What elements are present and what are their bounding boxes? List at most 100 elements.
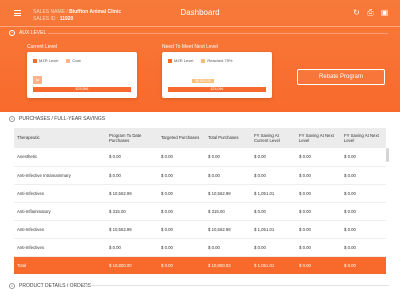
legend-reached: Reached 75% bbox=[201, 58, 232, 63]
cell-total: $ 0.00 bbox=[205, 166, 251, 185]
next-level-legend: MZR Level Reached 75% bbox=[168, 58, 232, 63]
cell-fy-current: $ 0.00 bbox=[251, 238, 296, 257]
cell-fy-next-2: $ 0.00 bbox=[341, 202, 386, 221]
current-level-legend: MZR Level Cost bbox=[33, 58, 81, 63]
cell-ptd: $ 0.00 bbox=[106, 148, 158, 167]
cell-targeted: $ 0.00 bbox=[158, 184, 205, 203]
legend-mzr: MZR Level bbox=[33, 58, 58, 63]
cell-fy-next-2: $ 0.00 bbox=[341, 220, 386, 239]
cell-fy-next: $ 0.00 bbox=[296, 148, 341, 167]
cell-therapeutic: Anti-Infective Intramammary bbox=[14, 166, 106, 185]
cell-ptd: $ 0.00 bbox=[106, 166, 158, 185]
table-row[interactable]: Anesthetic $ 0.00 $ 0.00 $ 0.00 $ 0.00 $… bbox=[14, 148, 386, 167]
rebate-program-button[interactable]: Rebate Program bbox=[297, 69, 385, 85]
col-ptd-purchases[interactable]: Program To Date Purchases bbox=[106, 128, 158, 148]
clinic-info: SALES NAME / Bluffton Animal Clinic SALE… bbox=[33, 9, 121, 23]
cell-fy-current: $ 0.00 bbox=[251, 202, 296, 221]
cell-fy-current: $ 0.00 bbox=[251, 166, 296, 185]
purchases-table: Therapeutic Program To Date Purchases Ta… bbox=[14, 128, 386, 274]
cell-total: $ 10,562.99 bbox=[205, 184, 251, 203]
col-targeted-purchases[interactable]: Targeted Purchases bbox=[158, 128, 205, 148]
cell-ptd: $ 10,562.99 bbox=[106, 184, 158, 203]
purchases-title: PURCHASES / FULL-YEAR SAVINGS bbox=[19, 116, 106, 122]
refresh-icon[interactable]: ↻ bbox=[352, 8, 361, 17]
aux-level-divider bbox=[48, 33, 388, 34]
cell-therapeutic: Anesthetic bbox=[14, 148, 106, 167]
cell-fy-next: $ 0.00 bbox=[296, 202, 341, 221]
cell-targeted: $ 0.00 bbox=[158, 220, 205, 239]
id-key: SALES ID : bbox=[33, 16, 59, 22]
table-row[interactable]: Anti-Infectives $ 10,562.99 $ 0.00 $ 10,… bbox=[14, 220, 386, 239]
reached-bar: $5,500.00 bbox=[192, 79, 214, 83]
cell-targeted: $ 0.00 bbox=[158, 202, 205, 221]
table-scrollbar[interactable] bbox=[386, 148, 389, 162]
legend-reached-label: Reached 75% bbox=[207, 58, 233, 63]
next-mzr-bar: $24,096 bbox=[168, 87, 266, 92]
id-value: 11920 bbox=[59, 16, 74, 22]
cell-fy-next: $ 0.00 bbox=[296, 238, 341, 257]
legend-mzr-label: MZR Level bbox=[39, 58, 59, 63]
cell-therapeutic: Anti-Inflammatory bbox=[14, 202, 106, 221]
cell-fy-next-2: $ 0.00 bbox=[341, 148, 386, 167]
header-divider bbox=[0, 26, 400, 27]
clinic-key: SALES NAME / bbox=[33, 9, 68, 15]
cell-fy-current: $ 0.00 bbox=[251, 148, 296, 167]
print-icon[interactable]: ⎙ bbox=[366, 8, 375, 17]
legend-mzr-next-label: MZR Level bbox=[174, 58, 194, 63]
mzr-swatch bbox=[33, 58, 37, 63]
col-total-purchases[interactable]: Total Purchases bbox=[205, 128, 251, 148]
table-header-row: Therapeutic Program To Date Purchases Ta… bbox=[14, 128, 386, 148]
legend-cost-label: Cost bbox=[72, 58, 81, 63]
cell-fy-next-2: $ 0.00 bbox=[341, 166, 386, 185]
current-mzr-bar: $29,596 bbox=[33, 87, 131, 92]
total-row: Total $ 10,800.00 $ 0.00 $ 10,800.03 $ 1… bbox=[14, 256, 386, 274]
cell-total: $ 315.00 bbox=[205, 202, 251, 221]
current-level-label: Current Level bbox=[27, 44, 58, 50]
page-title: Dashboard bbox=[180, 8, 220, 17]
total-targeted: $ 0.00 bbox=[158, 256, 205, 274]
table-row[interactable]: Anti-Infectives $ 10,562.99 $ 0.00 $ 10,… bbox=[14, 184, 386, 203]
cell-fy-next: $ 0.00 bbox=[296, 166, 341, 185]
col-fy-next[interactable]: FY Saving At Next Level bbox=[296, 128, 341, 148]
legend-mzr-next: MZR Level bbox=[168, 58, 193, 63]
col-fy-next-2[interactable]: FY Saving At Next Level bbox=[341, 128, 386, 148]
cell-fy-current: $ 1,051.01 bbox=[251, 184, 296, 203]
cell-fy-next: $ 0.00 bbox=[296, 220, 341, 239]
total-fy-current: $ 1,051.01 bbox=[251, 256, 296, 274]
cell-total: $ 0.00 bbox=[205, 238, 251, 257]
cell-fy-current: $ 1,051.01 bbox=[251, 220, 296, 239]
purchases-toggle[interactable]: v PURCHASES / FULL-YEAR SAVINGS bbox=[9, 116, 105, 122]
reached-swatch bbox=[201, 58, 206, 63]
table-row[interactable]: Anti-Infective Intramammary $ 0.00 $ 0.0… bbox=[14, 166, 386, 185]
aux-level-title: AUX LEVEL bbox=[19, 30, 47, 36]
col-therapeutic[interactable]: Therapeutic bbox=[14, 128, 106, 148]
next-level-card: MZR Level Reached 75% $5,500.00 $24,096 bbox=[162, 52, 272, 98]
window-icon[interactable]: ▣ bbox=[380, 8, 389, 17]
total-total: $ 10,800.03 bbox=[205, 256, 251, 274]
cell-fy-next-2: $ 0.00 bbox=[341, 238, 386, 257]
next-level-label: Need To Meet Next Level bbox=[162, 44, 219, 50]
current-level-card: MZR Level Cost $0 $29,596 bbox=[27, 52, 137, 98]
col-fy-current[interactable]: FY Saving At Current Level bbox=[251, 128, 296, 148]
aux-level-toggle[interactable]: ^ AUX LEVEL bbox=[9, 30, 46, 36]
cell-total: $ 0.00 bbox=[205, 148, 251, 167]
chevron-down-icon: v bbox=[9, 283, 15, 289]
cell-fy-next: $ 0.00 bbox=[296, 184, 341, 203]
product-details-toggle[interactable]: v PRODUCT DETAILS / ORDERS bbox=[9, 283, 91, 289]
cell-ptd: $ 0.00 bbox=[106, 238, 158, 257]
clinic-name: Bluffton Animal Clinic bbox=[69, 9, 122, 15]
table-row[interactable]: Anti-Infectives $ 0.00 $ 0.00 $ 0.00 $ 0… bbox=[14, 238, 386, 257]
cell-targeted: $ 0.00 bbox=[158, 166, 205, 185]
legend-cost: Cost bbox=[66, 58, 81, 63]
cell-therapeutic: Anti-Infectives bbox=[14, 238, 106, 257]
cell-fy-next-2: $ 0.00 bbox=[341, 184, 386, 203]
cell-therapeutic: Anti-Infectives bbox=[14, 184, 106, 203]
table-row[interactable]: Anti-Inflammatory $ 315.00 $ 0.00 $ 315.… bbox=[14, 202, 386, 221]
cell-therapeutic: Anti-Infectives bbox=[14, 220, 106, 239]
total-fy-next: $ 0.00 bbox=[296, 256, 341, 274]
menu-icon[interactable] bbox=[14, 10, 21, 16]
header-banner: SALES NAME / Bluffton Animal Clinic SALE… bbox=[0, 0, 400, 112]
total-label: Total bbox=[14, 256, 106, 274]
chevron-up-icon: ^ bbox=[9, 30, 15, 36]
cell-targeted: $ 0.00 bbox=[158, 148, 205, 167]
